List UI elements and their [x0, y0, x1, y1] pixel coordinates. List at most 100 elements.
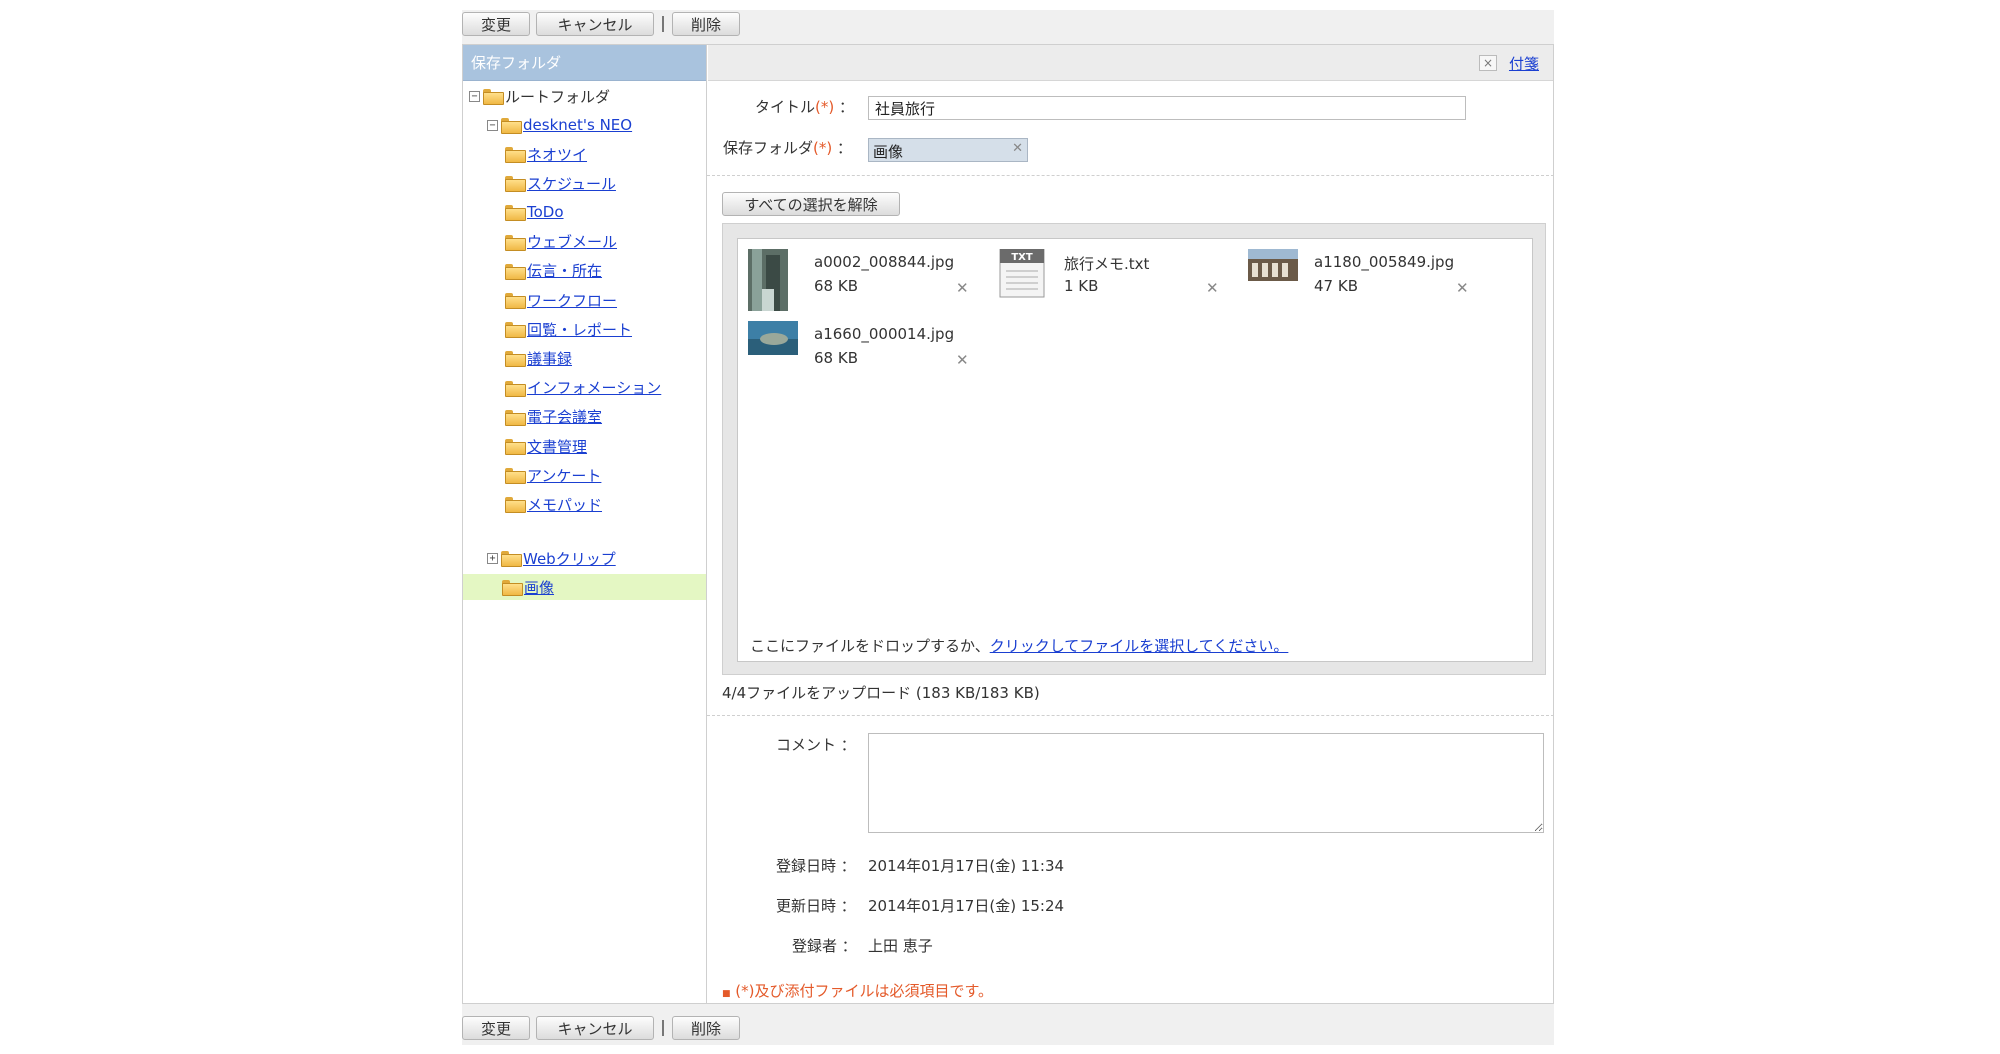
toolbar-separator	[662, 16, 664, 32]
folder-chip-label: 画像	[873, 143, 904, 161]
comment-textarea[interactable]	[868, 733, 1544, 833]
file-item: a1660_000014.jpg 68 KB ✕	[748, 321, 988, 385]
folder-chip[interactable]: 画像 ✕	[868, 138, 1028, 162]
folder-icon	[505, 351, 526, 368]
tree-item-link[interactable]: インフォメーション	[527, 377, 661, 398]
file-delete-icon[interactable]: ✕	[1206, 279, 1219, 297]
folder-icon	[505, 409, 526, 426]
delete-button[interactable]: 削除	[672, 1016, 740, 1040]
folder-icon	[483, 89, 504, 105]
divider	[707, 715, 1554, 716]
tree-selected-link[interactable]: 画像	[524, 577, 554, 598]
tree-item[interactable]: 回覧・レポート	[505, 316, 632, 342]
tree-item-link[interactable]: ウェブメール	[527, 231, 617, 252]
file-dropzone[interactable]: a0002_008844.jpg 68 KB ✕ TXT 旅行メモ.txt 1 …	[737, 238, 1533, 662]
file-name: a0002_008844.jpg	[814, 253, 955, 271]
tree-item[interactable]: 文書管理	[505, 433, 587, 459]
note-bullet-icon: ■	[722, 989, 731, 999]
folder-tree-pane: 保存フォルダ − ルートフォルダ − desknet's NEO ネオツイスケジ…	[463, 45, 707, 1003]
change-button[interactable]: 変更	[462, 12, 530, 36]
tree-item[interactable]: スケジュール	[505, 170, 616, 196]
tree-item[interactable]: ワークフロー	[505, 287, 617, 313]
folder-icon	[505, 263, 526, 280]
photo-thumbnail-icon	[1248, 249, 1298, 281]
folder-icon	[505, 205, 526, 222]
file-size: 68 KB	[814, 277, 858, 295]
folder-icon	[505, 380, 526, 397]
tree-item-link[interactable]: ネオツイ	[527, 144, 587, 165]
photo-thumbnail-icon	[748, 321, 798, 355]
dropzone-frame: a0002_008844.jpg 68 KB ✕ TXT 旅行メモ.txt 1 …	[722, 223, 1546, 675]
tree-item[interactable]: インフォメーション	[505, 375, 661, 401]
tree-item-link[interactable]: アンケート	[527, 465, 601, 486]
updated-label: 更新日時 ：	[776, 897, 856, 915]
file-size: 1 KB	[1064, 277, 1099, 295]
expand-icon[interactable]: +	[487, 552, 498, 564]
folder-icon	[505, 468, 526, 485]
collapse-icon[interactable]: −	[487, 119, 498, 131]
tag-link[interactable]: 付箋	[1509, 53, 1539, 74]
tree-item-link[interactable]: ワークフロー	[527, 290, 617, 311]
tree-webclip-link[interactable]: Webクリップ	[523, 548, 616, 569]
tree-header: 保存フォルダ	[463, 45, 706, 81]
tree-item[interactable]: 議事録	[505, 345, 572, 371]
file-item: a0002_008844.jpg 68 KB ✕	[748, 249, 988, 313]
tree-root[interactable]: − ルートフォルダ	[469, 83, 610, 109]
tree-desknets[interactable]: − desknet's NEO	[487, 112, 632, 138]
tree-item-link[interactable]: 議事録	[527, 348, 572, 369]
title-input[interactable]	[868, 96, 1466, 120]
change-button[interactable]: 変更	[462, 1016, 530, 1040]
file-name: 旅行メモ.txt	[1064, 255, 1150, 273]
tree-item[interactable]: ウェブメール	[505, 229, 617, 255]
tree-item[interactable]: ToDo	[505, 199, 564, 225]
tree-item-link[interactable]: 電子会議室	[527, 406, 602, 427]
delete-button[interactable]: 削除	[672, 12, 740, 36]
cancel-button[interactable]: キャンセル	[536, 1016, 654, 1040]
select-file-link[interactable]: クリックしてファイルを選択してください。	[990, 637, 1289, 655]
file-name: a1180_005849.jpg	[1314, 253, 1455, 271]
tree-selected-folder[interactable]: 画像	[463, 574, 706, 600]
file-delete-icon[interactable]: ✕	[956, 351, 969, 369]
tree-item[interactable]: アンケート	[505, 462, 601, 488]
toolbar-separator	[662, 1020, 664, 1036]
folder-icon	[502, 580, 523, 596]
cancel-button[interactable]: キャンセル	[536, 12, 654, 36]
tag-close-icon[interactable]: ×	[1479, 55, 1497, 71]
updated-value: 2014年01月17日(金) 15:24	[868, 897, 1065, 915]
tree-item[interactable]: メモパッド	[505, 491, 602, 517]
file-delete-icon[interactable]: ✕	[1456, 279, 1469, 297]
tree-item-link[interactable]: スケジュール	[527, 173, 616, 194]
folder-chip-remove-icon[interactable]: ✕	[1012, 141, 1023, 156]
txt-file-icon: TXT	[999, 249, 1045, 298]
top-toolbar: 変更 キャンセル 削除	[462, 10, 1554, 38]
tree-item-link[interactable]: 文書管理	[527, 436, 587, 457]
folder-icon	[501, 118, 522, 134]
tree-item-link[interactable]: メモパッド	[527, 494, 602, 515]
file-delete-icon[interactable]: ✕	[956, 279, 969, 297]
file-item: TXT 旅行メモ.txt 1 KB ✕	[998, 249, 1238, 313]
photo-thumbnail-icon	[748, 249, 788, 311]
tree-item-link[interactable]: 回覧・レポート	[527, 319, 632, 340]
created-value: 2014年01月17日(金) 11:34	[868, 857, 1065, 875]
file-name: a1660_000014.jpg	[814, 325, 955, 343]
folder-icon	[505, 147, 526, 163]
tree-item[interactable]: ネオツイ	[505, 141, 587, 167]
folder-icon	[505, 439, 526, 455]
required-note: ■ (*)及び添付ファイルは必須項目です。	[722, 982, 994, 1000]
folder-label: 保存フォルダ(*) ：	[723, 139, 853, 157]
drop-hint-text: ここにファイルをドロップするか、	[750, 637, 990, 655]
file-size: 68 KB	[814, 349, 858, 367]
tree-item-link[interactable]: 伝言・所在	[527, 260, 602, 281]
file-item: a1180_005849.jpg 47 KB ✕	[1248, 249, 1488, 313]
tree-desknets-link[interactable]: desknet's NEO	[523, 116, 632, 134]
author-label: 登録者 ：	[792, 937, 857, 955]
tree-webclip[interactable]: + Webクリップ	[487, 545, 616, 571]
author-value: 上田 恵子	[868, 937, 933, 955]
created-label: 登録日時 ：	[776, 857, 856, 875]
tree-item-link[interactable]: ToDo	[527, 203, 564, 221]
folder-icon	[505, 293, 526, 309]
collapse-icon[interactable]: −	[469, 90, 480, 102]
tree-item[interactable]: 電子会議室	[505, 404, 602, 430]
clear-selection-button[interactable]: すべての選択を解除	[722, 192, 900, 216]
tree-item[interactable]: 伝言・所在	[505, 258, 602, 284]
